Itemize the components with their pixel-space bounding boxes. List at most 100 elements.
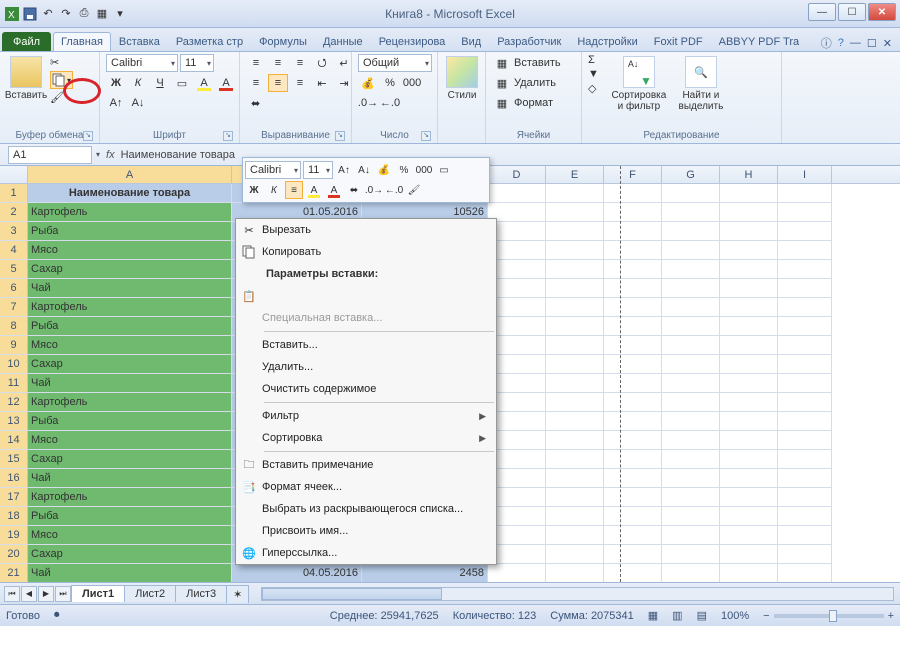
row-header[interactable]: 14 [0, 431, 28, 450]
cell[interactable] [546, 469, 604, 488]
cell[interactable] [778, 374, 832, 393]
row-header[interactable]: 6 [0, 279, 28, 298]
cell[interactable] [662, 507, 720, 526]
ribbon-minimize-icon[interactable]: ⓘ [821, 35, 832, 51]
cells-delete-button[interactable]: ▦Удалить [492, 74, 556, 92]
cell[interactable] [720, 450, 778, 469]
fill-color-button[interactable]: A [194, 74, 214, 92]
cell[interactable] [778, 526, 832, 545]
row-header[interactable]: 10 [0, 355, 28, 374]
cell[interactable] [720, 545, 778, 564]
cell[interactable] [662, 222, 720, 241]
align-top-button[interactable]: ≡ [246, 54, 266, 72]
borders-button[interactable]: ▭ [435, 161, 453, 179]
cell[interactable] [604, 203, 662, 222]
qat-item-icon[interactable]: ⎙ [76, 6, 92, 22]
help-icon[interactable]: ? [838, 37, 844, 49]
cell[interactable] [662, 393, 720, 412]
row-header[interactable]: 15 [0, 450, 28, 469]
qat-dropdown-icon[interactable]: ▾ [112, 6, 128, 22]
cell[interactable] [720, 393, 778, 412]
row-header[interactable]: 16 [0, 469, 28, 488]
cell[interactable] [662, 450, 720, 469]
border-button[interactable]: ▭ [172, 74, 192, 92]
tab-Foxit PDF[interactable]: Foxit PDF [646, 32, 711, 51]
zoom-out-button[interactable]: − [763, 610, 769, 622]
macro-record-icon[interactable]: ⏺ [54, 609, 60, 622]
cell[interactable]: Мясо [28, 241, 232, 260]
ctx-clear[interactable]: Очистить содержимое [236, 378, 496, 400]
tab-Вид[interactable]: Вид [453, 32, 489, 51]
cell[interactable] [604, 241, 662, 260]
cell[interactable] [488, 184, 546, 203]
row-header[interactable]: 1 [0, 184, 28, 203]
ctx-delete[interactable]: Удалить... [236, 356, 496, 378]
wrap-text-button[interactable]: ↵ [334, 54, 354, 72]
view-normal-button[interactable]: ▦ [648, 609, 658, 622]
cell[interactable] [778, 279, 832, 298]
cell[interactable]: Мясо [28, 336, 232, 355]
cell[interactable] [604, 374, 662, 393]
copy-button[interactable]: ▾ [50, 71, 73, 89]
cell[interactable] [662, 412, 720, 431]
scrollbar-thumb[interactable] [262, 588, 442, 600]
cell[interactable] [546, 507, 604, 526]
bold-button[interactable]: Ж [245, 181, 263, 199]
cell[interactable] [604, 564, 662, 582]
cell[interactable]: Сахар [28, 355, 232, 374]
cell[interactable] [720, 184, 778, 203]
merge-button[interactable]: ⬌ [345, 181, 363, 199]
cell[interactable] [662, 526, 720, 545]
cell[interactable] [778, 545, 832, 564]
cell[interactable] [604, 507, 662, 526]
column-header[interactable]: H [720, 166, 778, 183]
cell[interactable] [720, 279, 778, 298]
number-format-select[interactable]: Общий [358, 54, 432, 72]
sheet-nav-next[interactable]: ▶ [38, 586, 54, 602]
row-header[interactable]: 9 [0, 336, 28, 355]
mdi-restore-icon[interactable]: ☐ [867, 37, 877, 50]
cell[interactable] [488, 564, 546, 582]
cell[interactable] [546, 317, 604, 336]
cell[interactable]: Картофель [28, 298, 232, 317]
cell[interactable] [546, 260, 604, 279]
row-header[interactable]: 2 [0, 203, 28, 222]
autosum-button[interactable]: Σ [588, 54, 599, 66]
orientation-button[interactable]: ⭯ [312, 54, 332, 72]
percent-button[interactable]: % [380, 74, 400, 92]
ctx-sort[interactable]: Сортировка▶ [236, 427, 496, 449]
cell[interactable] [662, 488, 720, 507]
tab-Вставка[interactable]: Вставка [111, 32, 168, 51]
row-header[interactable]: 17 [0, 488, 28, 507]
cell[interactable] [604, 393, 662, 412]
cell[interactable] [546, 222, 604, 241]
cell[interactable] [662, 469, 720, 488]
cell[interactable] [662, 431, 720, 450]
grow-font-button[interactable]: A↑ [335, 161, 353, 179]
dialog-launcher-icon[interactable]: ↘ [335, 131, 345, 141]
cell[interactable] [546, 298, 604, 317]
cell[interactable] [720, 526, 778, 545]
cell[interactable]: Картофель [28, 393, 232, 412]
cell[interactable] [778, 184, 832, 203]
align-bottom-button[interactable]: ≡ [290, 54, 310, 72]
cell[interactable] [662, 336, 720, 355]
cell[interactable] [546, 241, 604, 260]
cell[interactable] [778, 241, 832, 260]
dialog-launcher-icon[interactable]: ↘ [223, 131, 233, 141]
cell[interactable] [604, 545, 662, 564]
cell[interactable] [720, 507, 778, 526]
cell[interactable]: Чай [28, 374, 232, 393]
comma-button[interactable]: 000 [415, 161, 433, 179]
minimize-button[interactable]: — [808, 3, 836, 21]
cell[interactable] [720, 222, 778, 241]
fx-icon[interactable]: fx [106, 149, 115, 161]
cell[interactable] [778, 222, 832, 241]
tab-Формулы[interactable]: Формулы [251, 32, 315, 51]
tab-Данные[interactable]: Данные [315, 32, 371, 51]
cell[interactable] [546, 279, 604, 298]
cell[interactable]: Рыба [28, 412, 232, 431]
zoom-level[interactable]: 100% [721, 610, 749, 622]
h-scrollbar[interactable] [261, 587, 894, 601]
cell[interactable] [662, 203, 720, 222]
